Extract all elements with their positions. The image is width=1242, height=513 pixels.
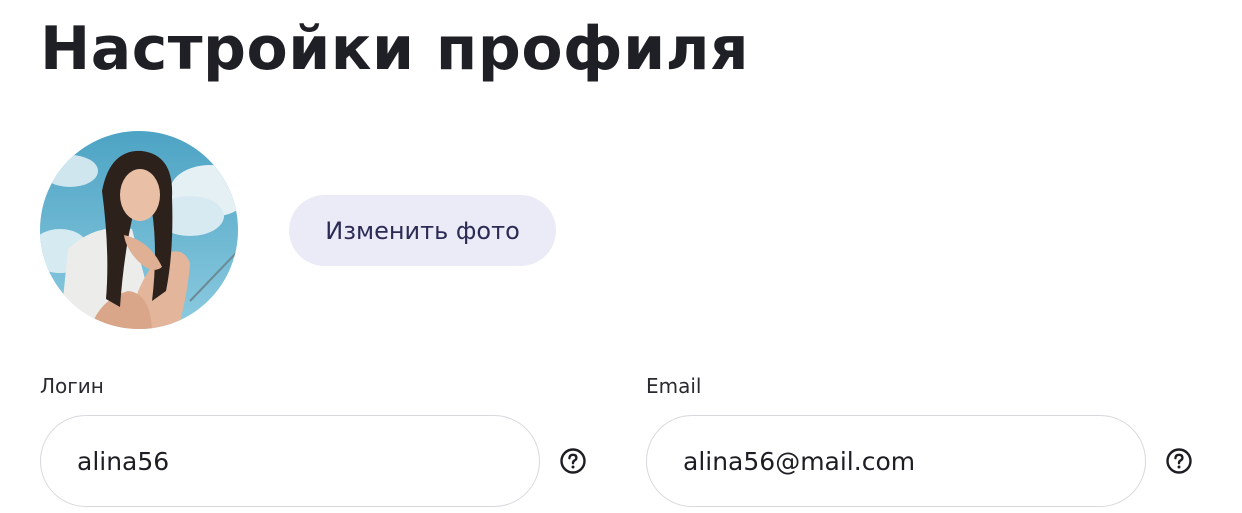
- login-label: Логин: [40, 374, 104, 398]
- login-input[interactable]: [40, 415, 540, 507]
- page-title: Настройки профиля: [40, 14, 750, 84]
- change-photo-button[interactable]: Изменить фото: [289, 195, 556, 266]
- question-circle-icon[interactable]: [559, 447, 587, 475]
- email-label: Email: [646, 374, 702, 398]
- avatar-photo: [40, 131, 238, 329]
- question-circle-icon[interactable]: [1165, 447, 1193, 475]
- profile-settings-page: Настройки профиля Изменить фото Логин al…: [0, 0, 1242, 513]
- email-input[interactable]: [646, 415, 1146, 507]
- avatar: [40, 131, 238, 329]
